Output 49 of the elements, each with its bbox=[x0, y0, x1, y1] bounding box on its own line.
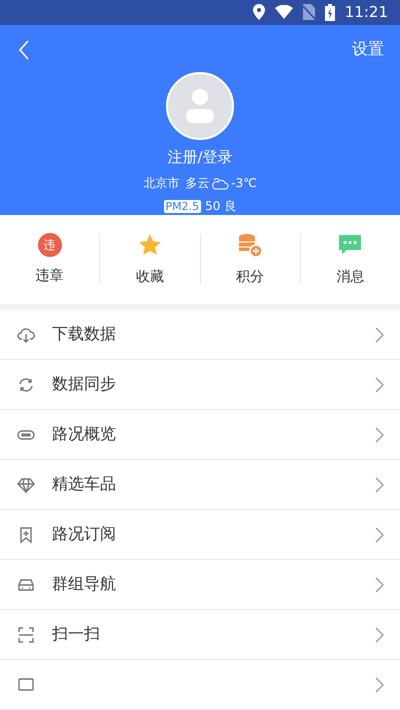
settings-link[interactable]: 设置 bbox=[352, 39, 384, 60]
menu-label: 群组导航 bbox=[52, 574, 117, 595]
cloud-sun-icon bbox=[211, 176, 230, 190]
menu-label: 扫一扫 bbox=[52, 624, 101, 645]
menu-row[interactable]: 扫一扫 bbox=[0, 610, 400, 660]
menu-label: 路况概览 bbox=[52, 424, 117, 445]
coins-plus-icon bbox=[237, 232, 264, 258]
wifi-icon bbox=[274, 5, 293, 20]
chevron-icon bbox=[375, 626, 384, 642]
shortcut-label[interactable]: 积分 bbox=[236, 268, 264, 286]
menu-row[interactable]: 精选车品 bbox=[0, 460, 400, 510]
diamond-icon bbox=[17, 476, 35, 494]
battery-charging-icon bbox=[324, 4, 335, 21]
menu-row[interactable]: 下载数据 bbox=[0, 310, 400, 360]
chevron-icon bbox=[375, 476, 384, 492]
weather-text: 多云 bbox=[185, 174, 210, 192]
menu-row[interactable]: 数据同步 bbox=[0, 360, 400, 410]
aqi-level: 良 bbox=[224, 198, 236, 215]
pm25-tag: PM2.5 bbox=[164, 200, 202, 213]
menu-label: 数据同步 bbox=[52, 374, 117, 395]
aqi-value: 50 bbox=[205, 199, 220, 214]
location-icon bbox=[252, 4, 265, 20]
violation-icon: 违 bbox=[38, 233, 62, 258]
menu-label: 精选车品 bbox=[52, 474, 117, 495]
chevron-icon bbox=[375, 376, 384, 392]
menu-row[interactable]: 路况概览 bbox=[0, 410, 400, 460]
sync-icon bbox=[17, 376, 35, 394]
shortcut-label[interactable]: 收藏 bbox=[136, 268, 164, 286]
menu-row[interactable]: 群组导航 bbox=[0, 560, 400, 610]
city-name: 北京市 bbox=[143, 174, 180, 192]
chevron-icon bbox=[375, 326, 384, 342]
temperature: -3℃ bbox=[231, 176, 257, 190]
shortcut-label[interactable]: 消息 bbox=[336, 268, 364, 286]
shortcut-label[interactable]: 违章 bbox=[36, 267, 64, 286]
clock-time: 11:21 bbox=[344, 3, 388, 22]
cloud-download-icon bbox=[17, 326, 35, 344]
menu-label: 下载数据 bbox=[52, 324, 117, 345]
menu-label: 路况订阅 bbox=[52, 524, 117, 545]
menu-row[interactable]: 路况订阅 bbox=[0, 510, 400, 560]
chevron-icon bbox=[375, 576, 384, 592]
login-link[interactable]: 注册/登录 bbox=[167, 148, 233, 167]
no-sim-icon bbox=[302, 4, 315, 20]
chevron-icon bbox=[375, 676, 384, 692]
message-icon bbox=[17, 676, 35, 694]
person-icon bbox=[185, 88, 215, 124]
back-icon[interactable] bbox=[18, 40, 30, 60]
scan-icon bbox=[17, 626, 35, 644]
chevron-icon bbox=[375, 526, 384, 542]
chevron-icon bbox=[375, 426, 384, 442]
